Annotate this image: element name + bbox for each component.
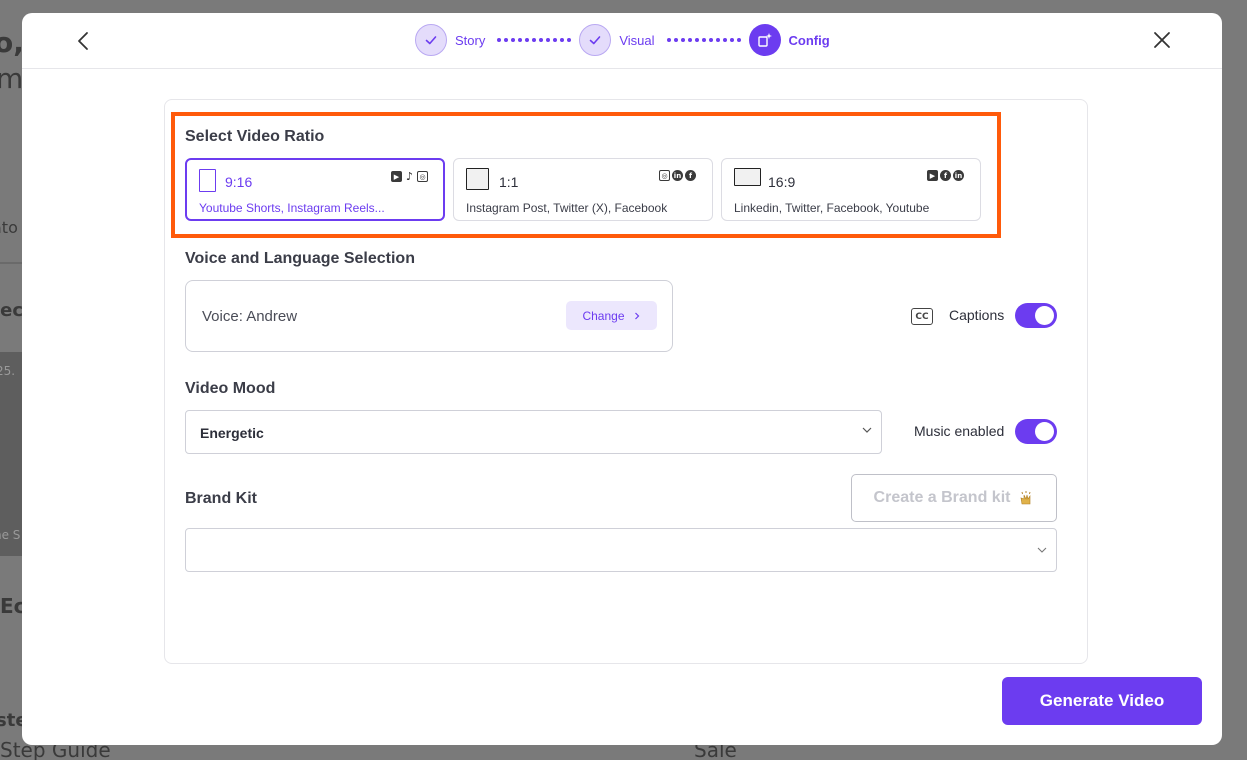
sparkle-hands-icon: [1021, 491, 1031, 505]
instagram-icon: ◎: [659, 170, 670, 181]
bg-thumbnail: [0, 352, 22, 556]
step-story-label[interactable]: Story: [455, 33, 485, 48]
linkedin-icon: in: [672, 170, 683, 181]
create-brand-kit-button[interactable]: Create a Brand kit: [851, 474, 1057, 522]
generate-video-button[interactable]: Generate Video: [1002, 677, 1202, 725]
step-visual-label[interactable]: Visual: [619, 33, 654, 48]
modal-header: Story Visual Config: [22, 13, 1222, 69]
step-connector: [666, 38, 741, 42]
captions-label: Captions: [949, 307, 1005, 323]
facebook-icon: f: [940, 170, 951, 181]
platform-icons: ▶ f in: [927, 170, 964, 181]
closed-captions-icon: CC: [911, 308, 933, 325]
ratio-value: 9:16: [225, 174, 253, 190]
chevron-left-icon: [78, 32, 88, 50]
youtube-icon: ▶: [927, 170, 938, 181]
facebook-icon: f: [685, 170, 696, 181]
change-voice-label: Change: [582, 308, 625, 323]
ratio-option-1-1[interactable]: 1:1 ◎ in f Instagram Post, Twitter (X), …: [453, 158, 713, 221]
video-mood-select[interactable]: Energetic: [185, 410, 882, 454]
tiktok-icon: ♪: [404, 170, 415, 183]
portrait-ratio-icon: [199, 169, 216, 192]
ratio-option-16-9[interactable]: 16:9 ▶ f in Linkedin, Twitter, Facebook,…: [721, 158, 981, 221]
back-button[interactable]: [72, 29, 96, 53]
config-card: Select Video Ratio 9:16 ▶ ♪ ◎ Youtube Sh…: [164, 99, 1088, 664]
square-ratio-icon: [466, 168, 489, 190]
close-icon: [1154, 32, 1170, 48]
ratio-description: Linkedin, Twitter, Facebook, Youtube: [734, 201, 930, 215]
config-sparkle-icon: [757, 33, 772, 47]
chevron-down-icon: [862, 427, 872, 433]
linkedin-icon: in: [953, 170, 964, 181]
step-config-indicator[interactable]: [748, 24, 781, 56]
bg-divider: [0, 262, 22, 264]
step-story-indicator[interactable]: [415, 24, 447, 56]
step-config-label[interactable]: Config: [789, 33, 830, 48]
bg-fragment: 25.: [0, 364, 16, 378]
video-mood-value: Energetic: [200, 425, 264, 441]
create-brand-kit-label: Create a Brand kit: [873, 489, 1011, 506]
mood-section-title: Video Mood: [185, 380, 276, 397]
ratio-value: 16:9: [768, 174, 796, 190]
chevron-down-icon: [1037, 547, 1047, 553]
captions-toggle[interactable]: [1015, 303, 1057, 328]
wizard-stepper: Story Visual Config: [415, 23, 830, 57]
close-button[interactable]: [1150, 28, 1174, 52]
bg-fragment: ne S: [0, 528, 21, 542]
youtube-icon: ▶: [391, 171, 402, 182]
brand-kit-select[interactable]: [185, 528, 1057, 572]
ratio-option-9-16[interactable]: 9:16 ▶ ♪ ◎ Youtube Shorts, Instagram Ree…: [185, 158, 445, 221]
step-connector: [497, 38, 572, 42]
change-voice-button[interactable]: Change: [566, 301, 657, 330]
step-visual-indicator[interactable]: [579, 24, 612, 56]
bg-fragment: ato: [0, 218, 18, 237]
check-icon: [425, 36, 437, 45]
voice-selector: Voice: Andrew Change: [185, 280, 673, 352]
brand-section-title: Brand Kit: [185, 490, 257, 507]
ratio-description: Instagram Post, Twitter (X), Facebook: [466, 201, 668, 215]
voice-section-title: Voice and Language Selection: [185, 250, 415, 267]
ratio-value: 1:1: [499, 174, 519, 190]
check-icon: [590, 36, 601, 45]
landscape-ratio-icon: [734, 168, 761, 186]
music-toggle[interactable]: [1015, 419, 1057, 444]
platform-icons: ▶ ♪ ◎: [391, 170, 428, 183]
video-config-modal: Story Visual Config Select Video Ratio 9…: [22, 13, 1222, 745]
instagram-icon: ◎: [417, 171, 428, 182]
bg-fragment: m: [0, 62, 24, 95]
ratio-description: Youtube Shorts, Instagram Reels...: [199, 201, 385, 215]
platform-icons: ◎ in f: [659, 170, 696, 181]
bg-fragment: lec: [0, 300, 24, 321]
current-voice: Voice: Andrew: [202, 308, 298, 325]
chevron-right-icon: [634, 312, 639, 319]
ratio-section-title: Select Video Ratio: [185, 128, 325, 145]
music-enabled-label: Music enabled: [914, 423, 1005, 439]
